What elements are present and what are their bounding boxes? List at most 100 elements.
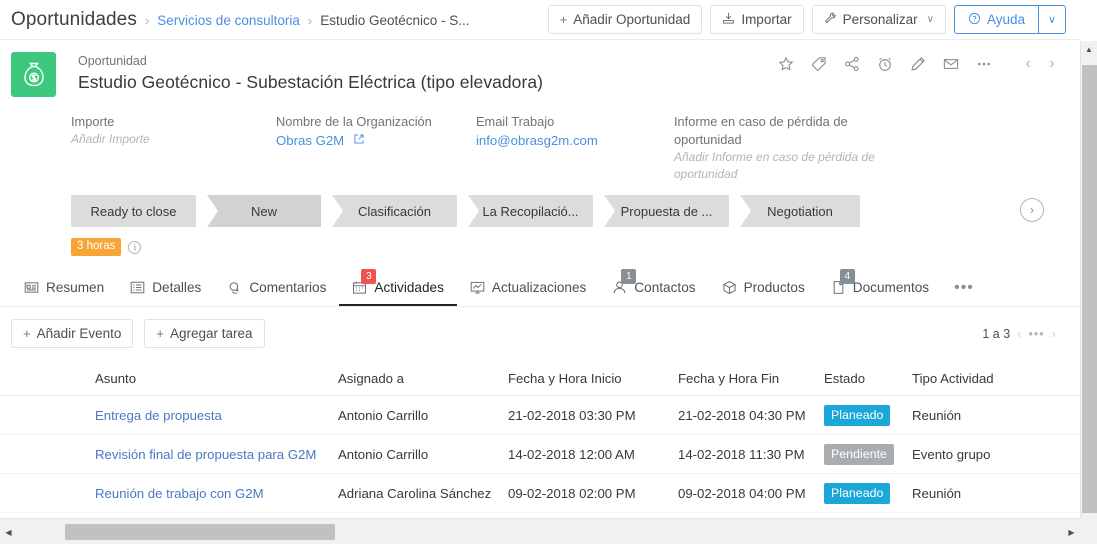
pipeline-stage-propuesta[interactable]: Propuesta de ... — [604, 195, 729, 227]
stage-label: Negotiation — [767, 203, 833, 219]
import-label: Importar — [741, 12, 792, 27]
tag-icon[interactable] — [802, 51, 835, 77]
pipeline-stage-clasificacion[interactable]: Clasificación — [332, 195, 457, 227]
tab-actividades[interactable]: 3 Actividades — [339, 269, 457, 306]
plus-icon: + — [156, 326, 164, 341]
customize-button[interactable]: Personalizar ∨ — [811, 5, 946, 34]
pagination-prev-button[interactable]: ‹ — [1015, 326, 1023, 341]
pagination-dots-icon: ••• — [1028, 326, 1045, 341]
cell-asunto[interactable]: Reunión de trabajo con G2M — [95, 486, 338, 501]
pipeline-stage-recopilacion[interactable]: La Recopilació... — [468, 195, 593, 227]
question-circle-icon — [968, 12, 981, 27]
breadcrumb: Oportunidades › Servicios de consultoria… — [0, 9, 548, 31]
column-header-estado[interactable]: Estado — [824, 371, 912, 386]
cell-asignado: Antonio Carrillo — [338, 446, 429, 462]
toolbar-actions: + Añadir Oportunidad Importar Personaliz… — [547, 5, 1080, 34]
plus-icon: + — [559, 12, 568, 27]
top-toolbar: Oportunidades › Servicios de consultoria… — [0, 0, 1080, 40]
field-value[interactable]: Añadir Importe — [71, 131, 276, 148]
pipeline-stage-new[interactable]: New — [207, 195, 321, 227]
column-header-asignado[interactable]: Asignado a — [338, 371, 508, 386]
record-module-label: Oportunidad — [78, 54, 147, 68]
activities-table: Asunto Asignado a Fecha y Hora Inicio Fe… — [0, 362, 1080, 513]
vertical-scrollbar[interactable]: ▲ — [1080, 41, 1097, 518]
tab-detalles[interactable]: Detalles — [117, 270, 214, 306]
tab-label: Contactos — [634, 279, 696, 295]
envelope-icon[interactable] — [934, 51, 967, 77]
cell-estado: Pendiente — [824, 443, 912, 465]
info-icon[interactable]: i — [128, 240, 142, 254]
share-icon[interactable] — [835, 51, 868, 77]
vertical-scrollbar-thumb[interactable] — [1082, 65, 1097, 513]
table-row[interactable]: Reunión de trabajo con G2M Adriana Carol… — [0, 474, 1080, 513]
breadcrumb-root[interactable]: Oportunidades — [11, 9, 137, 31]
external-link-icon[interactable] — [353, 131, 365, 150]
field-value[interactable]: info@obrasg2m.com — [476, 131, 674, 150]
field-value[interactable]: Obras G2M — [276, 131, 476, 150]
cell-asunto[interactable]: Entrega de propuesta — [95, 408, 338, 423]
field-organizacion: Nombre de la Organización Obras G2M — [276, 113, 476, 183]
more-ellipsis-icon[interactable] — [967, 51, 1000, 77]
status-badge: Planeado — [824, 482, 891, 504]
tab-actualizaciones[interactable]: Actualizaciones — [457, 270, 599, 306]
stage-label: Ready to close — [90, 203, 177, 219]
field-label: Informe en caso de pérdida de oportunida… — [674, 114, 848, 147]
tab-badge-count: 3 — [361, 269, 377, 284]
pagination-range: 1 a 3 — [982, 326, 1011, 341]
tabs-more-ellipsis-icon[interactable]: ••• — [942, 270, 986, 306]
chevron-right-circle-icon[interactable]: › — [1020, 198, 1044, 222]
help-button[interactable]: Ayuda — [953, 5, 1039, 34]
scroll-up-arrow-icon[interactable]: ▲ — [1081, 41, 1097, 58]
cell-tipo-actividad: Evento grupo — [912, 446, 991, 462]
stage-duration-row: 3 horas i — [71, 238, 1080, 256]
status-badge: Pendiente — [824, 443, 894, 465]
previous-record-button[interactable]: ‹ — [1016, 51, 1040, 77]
tab-resumen[interactable]: Resumen — [11, 270, 117, 306]
pagination-next-button[interactable]: › — [1050, 326, 1058, 341]
tab-contactos[interactable]: 1 Contactos — [599, 269, 708, 306]
breadcrumb-separator-icon: › — [144, 12, 150, 28]
add-opportunity-label: Añadir Oportunidad — [573, 12, 691, 27]
tab-documentos[interactable]: 4 Documentos — [818, 269, 942, 306]
horizontal-scrollbar-thumb[interactable] — [65, 524, 335, 540]
breadcrumb-link[interactable]: Servicios de consultoria — [157, 13, 300, 28]
favorite-star-icon[interactable] — [769, 51, 802, 77]
column-header-asunto[interactable]: Asunto — [95, 371, 338, 386]
page-title: Estudio Geotécnico - Subestación Eléctri… — [78, 72, 543, 92]
table-row[interactable]: Revisión final de propuesta para G2M Ant… — [0, 435, 1080, 474]
cell-asunto[interactable]: Revisión final de propuesta para G2M — [95, 447, 338, 462]
tab-productos[interactable]: Productos — [709, 270, 818, 306]
tab-label: Resumen — [46, 279, 105, 295]
add-opportunity-button[interactable]: + Añadir Oportunidad — [547, 5, 703, 34]
field-value[interactable]: Añadir Informe en caso de pérdida de opo… — [674, 149, 904, 183]
table-row[interactable]: Entrega de propuesta Antonio Carrillo 21… — [0, 396, 1080, 435]
cell-tipo-actividad: Reunión — [912, 485, 962, 501]
field-label: Email Trabajo — [476, 114, 555, 129]
activities-add-buttons: + Añadir Evento + Agregar tarea — [11, 319, 265, 348]
add-task-button[interactable]: + Agregar tarea — [144, 319, 265, 348]
horizontal-scrollbar[interactable]: ◀ ▶ — [0, 518, 1080, 544]
status-badge: Planeado — [824, 404, 891, 426]
field-importe: Importe Añadir Importe — [71, 113, 276, 183]
column-header-fecha-fin[interactable]: Fecha y Hora Fin — [678, 371, 824, 386]
cell-fecha-inicio: 14-02-2018 12:00 AM — [508, 446, 635, 462]
next-record-button[interactable]: › — [1040, 51, 1064, 77]
scroll-left-arrow-icon[interactable]: ◀ — [0, 519, 17, 544]
import-button[interactable]: Importar — [710, 5, 804, 34]
app-page: Oportunidades › Servicios de consultoria… — [0, 0, 1097, 544]
pipeline-stage-negotiation[interactable]: Negotiation — [740, 195, 860, 227]
cell-fecha-inicio: 21-02-2018 03:30 PM — [508, 407, 636, 423]
help-dropdown-button[interactable]: ∨ — [1039, 5, 1066, 34]
box-icon — [722, 280, 737, 295]
tab-label: Documentos — [852, 279, 930, 295]
tab-label: Actividades — [374, 279, 444, 295]
scroll-right-arrow-icon[interactable]: ▶ — [1063, 519, 1080, 544]
pipeline-stage-ready-to-close[interactable]: Ready to close — [71, 195, 196, 227]
column-header-fecha-inicio[interactable]: Fecha y Hora Inicio — [508, 371, 678, 386]
edit-pencil-icon[interactable] — [901, 51, 934, 77]
column-header-tipo-actividad[interactable]: Tipo Actividad — [912, 371, 1042, 386]
add-event-button[interactable]: + Añadir Evento — [11, 319, 134, 348]
alarm-clock-icon[interactable] — [868, 51, 901, 77]
tab-comentarios[interactable]: Comentarios — [214, 270, 339, 306]
cell-estado: Planeado — [824, 482, 912, 504]
